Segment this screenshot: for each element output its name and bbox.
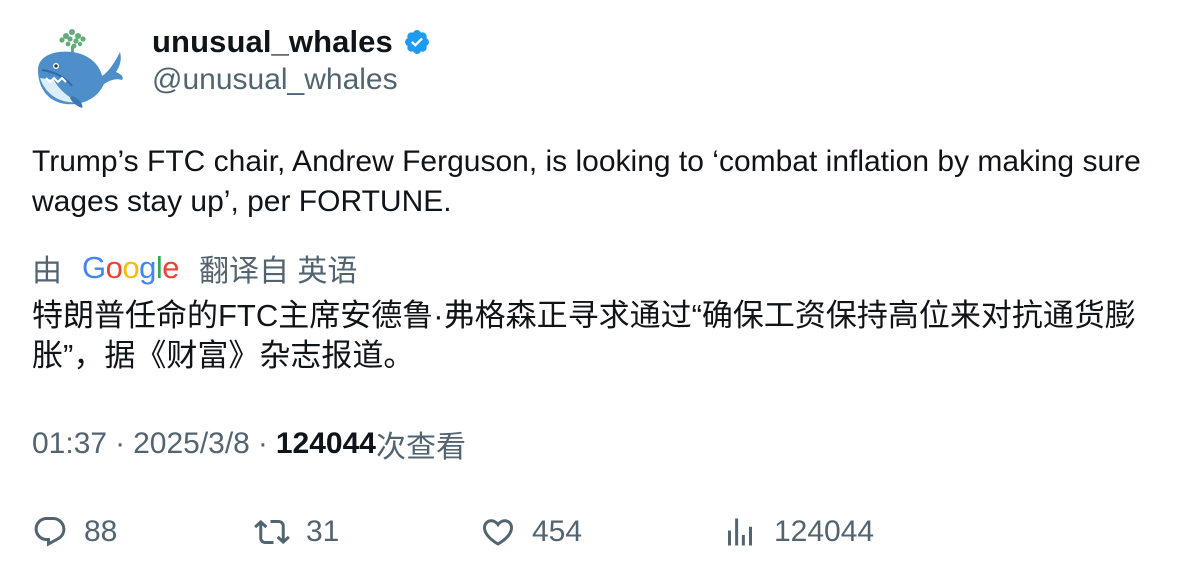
tweet-time[interactable]: 01:37 — [32, 427, 107, 461]
views-stat: 124044 — [774, 515, 875, 548]
reply-icon — [34, 517, 66, 547]
reply-count: 88 — [84, 515, 118, 548]
author-handle[interactable]: @unusual_whales — [152, 63, 398, 97]
tweet-meta: 01:37 · 2025/3/8 · 124044 次查看 — [32, 424, 466, 464]
avatar[interactable] — [32, 26, 124, 110]
google-logo-letter: o — [105, 250, 123, 285]
google-logo-letter: o — [122, 250, 140, 285]
translated-text: 特朗普任命的FTC主席安德鲁·弗格森正寻求通过“确保工资保持高位来对抗通货膨胀”… — [32, 298, 1136, 373]
google-logo-letter: g — [139, 250, 156, 285]
views-button[interactable]: 124044 — [722, 508, 874, 556]
meta-separator: · — [115, 427, 126, 460]
tweet-text: Trump’s FTC chair, Andrew Ferguson, is l… — [32, 145, 1141, 218]
verified-badge-icon[interactable] — [403, 28, 431, 56]
translation-prefix: 由 — [32, 255, 62, 288]
repost-count: 31 — [306, 515, 340, 548]
author-display-name[interactable]: unusual_whales — [152, 24, 393, 60]
repost-icon — [254, 519, 290, 545]
translation-attribution: 由 Google 翻译自 英语 — [32, 247, 357, 289]
views-count: 124044 — [275, 427, 376, 460]
reply-button[interactable]: 88 — [32, 508, 117, 556]
views-icon — [728, 518, 752, 546]
views-label: 次查看 — [375, 431, 466, 464]
action-bar: 88 31 454 124044 — [32, 508, 1172, 556]
meta-separator: · — [257, 427, 268, 460]
google-logo-letter: e — [162, 250, 180, 285]
google-logo-letter: G — [82, 250, 106, 285]
whale-logo-icon — [38, 29, 123, 108]
repost-button[interactable]: 31 — [254, 508, 339, 556]
translation-suffix: 翻译自 英语 — [199, 255, 358, 288]
like-count: 454 — [532, 515, 583, 548]
like-icon — [482, 519, 514, 546]
google-logo[interactable]: Google — [82, 250, 180, 286]
tweet-date[interactable]: 2025/3/8 — [133, 427, 250, 461]
like-button[interactable]: 454 — [480, 508, 582, 556]
